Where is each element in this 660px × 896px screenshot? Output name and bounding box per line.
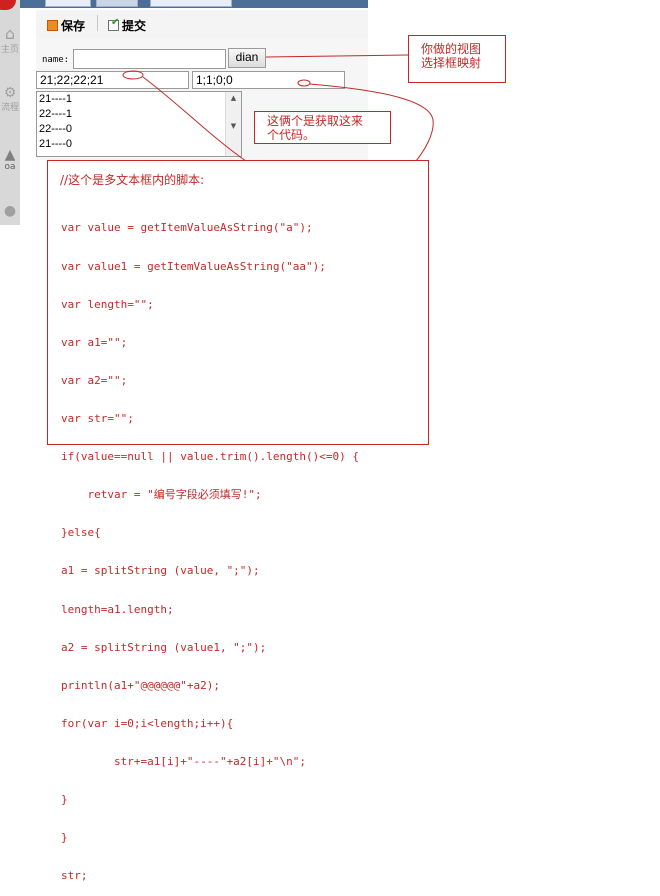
code-line: length=a1.length; xyxy=(61,602,174,616)
script-code: var value = getItemValueAsString("a"); v… xyxy=(61,197,359,896)
code-line: var a1=""; xyxy=(61,335,128,349)
code-line: } xyxy=(61,831,68,845)
field-aa-marker xyxy=(297,79,311,87)
code-line: }else{ xyxy=(61,526,101,540)
note-line: 个代码。 xyxy=(267,128,316,142)
script-comment: //这个是多文本框内的脚本: xyxy=(60,173,205,187)
view-mapping-note: 你做的视图 选择框映射 xyxy=(408,35,506,83)
note-line: 你做的视图 xyxy=(421,42,482,56)
note-line: 这俩个是获取这来 xyxy=(267,114,364,128)
code-line: a2 = splitString (value1, ";"); xyxy=(61,640,267,654)
code-line: var length=""; xyxy=(61,297,154,311)
view-note-connector xyxy=(265,54,409,58)
code-line: str; xyxy=(61,869,88,883)
code-line: } xyxy=(61,793,68,807)
code-line: if(value==null || value.trim().length()<… xyxy=(61,450,360,464)
code-line: println(a1+"@@@@@@"+a2); xyxy=(61,678,220,692)
code-line: var a2=""; xyxy=(61,373,128,387)
code-line: var value = getItemValueAsString("a"); xyxy=(61,221,313,235)
source-note: 这俩个是获取这来 个代码。 xyxy=(254,111,391,144)
code-line: for(var i=0;i<length;i++){ xyxy=(61,716,234,730)
code-line: var value1 = getItemValueAsString("aa"); xyxy=(61,259,326,273)
note-line: 选择框映射 xyxy=(421,56,482,70)
code-line: a1 = splitString (value, ";"); xyxy=(61,564,260,578)
code-line: retvar = "编号字段必须填写!"; xyxy=(61,488,262,502)
code-line: str+=a1[i]+"----"+a2[i]+"\n"; xyxy=(61,754,307,768)
code-line: var str=""; xyxy=(61,411,134,425)
field-a-marker xyxy=(122,70,144,80)
